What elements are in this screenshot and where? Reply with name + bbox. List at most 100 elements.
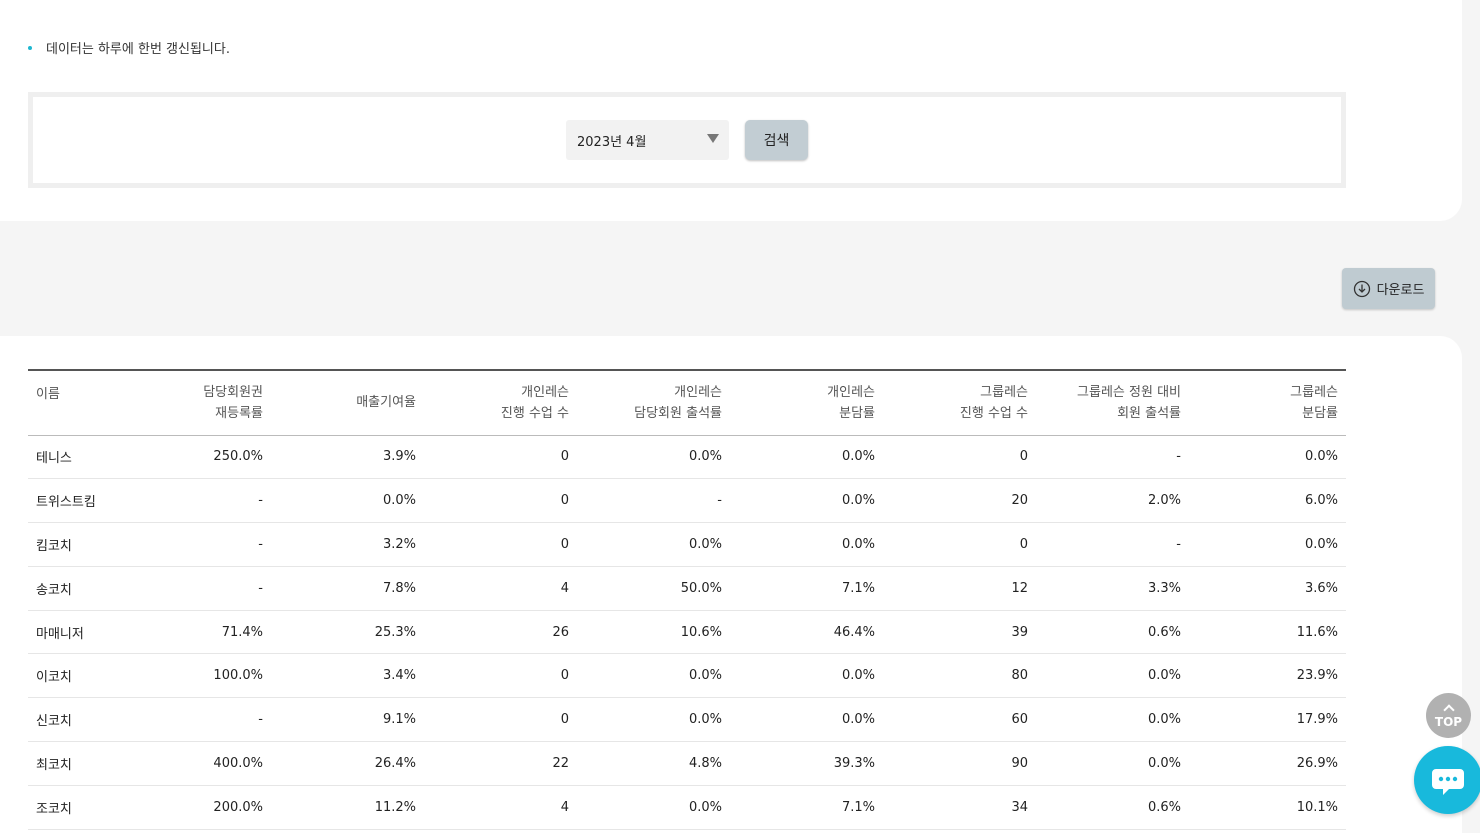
table-row: 이코치 100.0% 3.4% 0 0.0% 0.0% 80 0.0% 23.9% [28, 653, 1346, 699]
table-cell: 0.0% [577, 653, 730, 699]
table-cell: 0.0% [577, 785, 730, 830]
table-cell: 0 [883, 435, 1036, 480]
table-row: 킴코치 -3.2% 0 0.0% 0.0% 0-0.0% [28, 522, 1346, 567]
coach-name-cell: 테니스 [28, 435, 148, 480]
scroll-top-label: TOP [1434, 715, 1463, 729]
table-cell: 3.9% [271, 435, 424, 480]
table-cell: 3.6% [1189, 566, 1346, 611]
table-cell: 9.1% [271, 697, 424, 743]
table-cell: 7.8% [271, 566, 424, 611]
coach-name-cell: 최코치 [28, 741, 148, 786]
table-cell: 10.1% [1189, 785, 1346, 830]
table-cell: 17.9% [1189, 697, 1346, 743]
table-cell: 0 [424, 435, 577, 480]
column-header-line: 그룹레슨 [980, 384, 1028, 400]
column-header: 그룹레슨 분담률 [1189, 370, 1346, 436]
table-cell: 50.0% [577, 566, 730, 611]
download-button[interactable]: 다운로드 [1342, 268, 1435, 309]
table-cell: 0.6% [1036, 610, 1189, 655]
table-cell: - [577, 478, 730, 524]
chat-button[interactable] [1414, 746, 1480, 814]
column-header: 개인레슨 진행 수업 수 [424, 370, 577, 436]
table-cell: 10.6% [577, 610, 730, 655]
column-header: 이름 [28, 370, 148, 436]
table-cell: 3.4% [271, 653, 424, 699]
table-cell: 0.0% [1189, 522, 1346, 567]
bullet-icon [28, 45, 32, 50]
search-panel: 데이터는 하루에 한번 갱신됩니다. 2023년 4월 검색 [0, 0, 1462, 221]
scroll-top-button[interactable]: TOP [1426, 693, 1471, 738]
table-cell: 0.0% [577, 435, 730, 480]
table-cell: 26.9% [1189, 741, 1346, 786]
column-header-line: 재등록률 [215, 405, 263, 421]
coach-stats-table: 이름 담당회원권 재등록률 매출기여율 개인레슨 진행 수업 수 개인레슨 담당회원 출석률 개… [28, 369, 1346, 830]
table-cell: 0.0% [271, 478, 424, 524]
stats-panel: 이름 담당회원권 재등록률 매출기여율 개인레슨 진행 수업 수 개인레슨 담당회원 출석률 개… [0, 336, 1462, 833]
chevron-up-icon [1442, 704, 1455, 716]
table-cell: 4 [424, 785, 577, 830]
table-row: 마매니저 71.4% 25.3% 26 10.6% 46.4% 39 0.6% 11.6% [28, 610, 1346, 655]
table-header-row: 이름 담당회원권 재등록률 매출기여율 개인레슨 진행 수업 수 개인레슨 담당회원 출석률 개… [28, 370, 1346, 436]
table-cell: 7.1% [730, 785, 883, 830]
chat-bubble-icon [1432, 769, 1464, 795]
table-cell: 22 [424, 741, 577, 786]
table-cell: 39.3% [730, 741, 883, 786]
table-cell: 6.0% [1189, 478, 1346, 524]
column-header: 개인레슨담당회원 출석률 [577, 370, 730, 436]
table-cell: 0.0% [730, 697, 883, 743]
coach-name-cell: 조코치 [28, 785, 148, 830]
column-header-line: 분담률 [839, 405, 875, 421]
table-cell: 0 [424, 522, 577, 567]
column-header-line: 매출기여율 [356, 395, 416, 411]
table-cell: 80 [883, 653, 1036, 699]
column-header: 그룹레슨 정원 대비 회원 출석률 [1036, 370, 1189, 436]
table-cell: 4 [424, 566, 577, 611]
search-box: 2023년 4월 검색 [28, 92, 1346, 188]
table-cell: 11.2% [271, 785, 424, 830]
table-cell: - [148, 697, 271, 743]
table-cell: 200.0% [148, 785, 271, 830]
table-cell: 26 [424, 610, 577, 655]
table-cell: 34 [883, 785, 1036, 830]
table-cell: 0 [424, 653, 577, 699]
table-cell: 100.0% [148, 653, 271, 699]
table-cell: 60 [883, 697, 1036, 743]
table-cell: 0.0% [730, 478, 883, 524]
table-cell: 0.0% [730, 653, 883, 699]
notice-text: 데이터는 하루에 한번 갱신됩니다. [46, 42, 230, 57]
coach-name-cell: 마매니저 [28, 610, 148, 655]
table-cell: 0.0% [1036, 653, 1189, 699]
table-cell: 0.0% [1189, 435, 1346, 480]
column-header-line: 그룹레슨 [1290, 384, 1338, 400]
coach-name-cell: 이코치 [28, 653, 148, 699]
table-cell: 3.2% [271, 522, 424, 567]
month-select-value: 2023년 4월 [577, 134, 647, 150]
column-header-line: 담당회원 출석률 [634, 405, 722, 421]
table-cell: 0 [883, 522, 1036, 567]
table-cell: 0 [424, 478, 577, 524]
table-cell: 71.4% [148, 610, 271, 655]
coach-name-cell: 신코치 [28, 697, 148, 743]
table-cell: 0.0% [577, 522, 730, 567]
column-header-line: 그룹레슨 정원 대비 [1077, 384, 1181, 400]
table-cell: 90 [883, 741, 1036, 786]
table-cell: 0.6% [1036, 785, 1189, 830]
table-cell: - [1036, 435, 1189, 480]
table-cell: 0.0% [1036, 741, 1189, 786]
table-row: 테니스 250.0% 3.9% 0 0.0% 0.0% 0-0.0% [28, 435, 1346, 480]
search-button[interactable]: 검색 [745, 120, 808, 160]
column-header-line: 담당회원권 [203, 384, 263, 400]
table-row: 조코치 200.0% 11.2% 4 0.0% 7.1% 34 0.6% 10.1% [28, 785, 1346, 830]
table-cell: - [148, 478, 271, 524]
table-cell: - [148, 522, 271, 567]
month-select[interactable]: 2023년 4월 [566, 120, 729, 160]
table-row: 송코치 -7.8% 4 50.0% 7.1% 12 3.3% 3.6% [28, 566, 1346, 611]
table-cell: 3.3% [1036, 566, 1189, 611]
column-header-line: 개인레슨 [674, 384, 722, 400]
coach-name-cell: 송코치 [28, 566, 148, 611]
table-cell: 250.0% [148, 435, 271, 480]
column-header: 매출기여율 [271, 370, 424, 436]
update-notice: 데이터는 하루에 한번 갱신됩니다. [28, 38, 230, 57]
table-cell: 400.0% [148, 741, 271, 786]
download-circle-icon [1353, 280, 1370, 297]
